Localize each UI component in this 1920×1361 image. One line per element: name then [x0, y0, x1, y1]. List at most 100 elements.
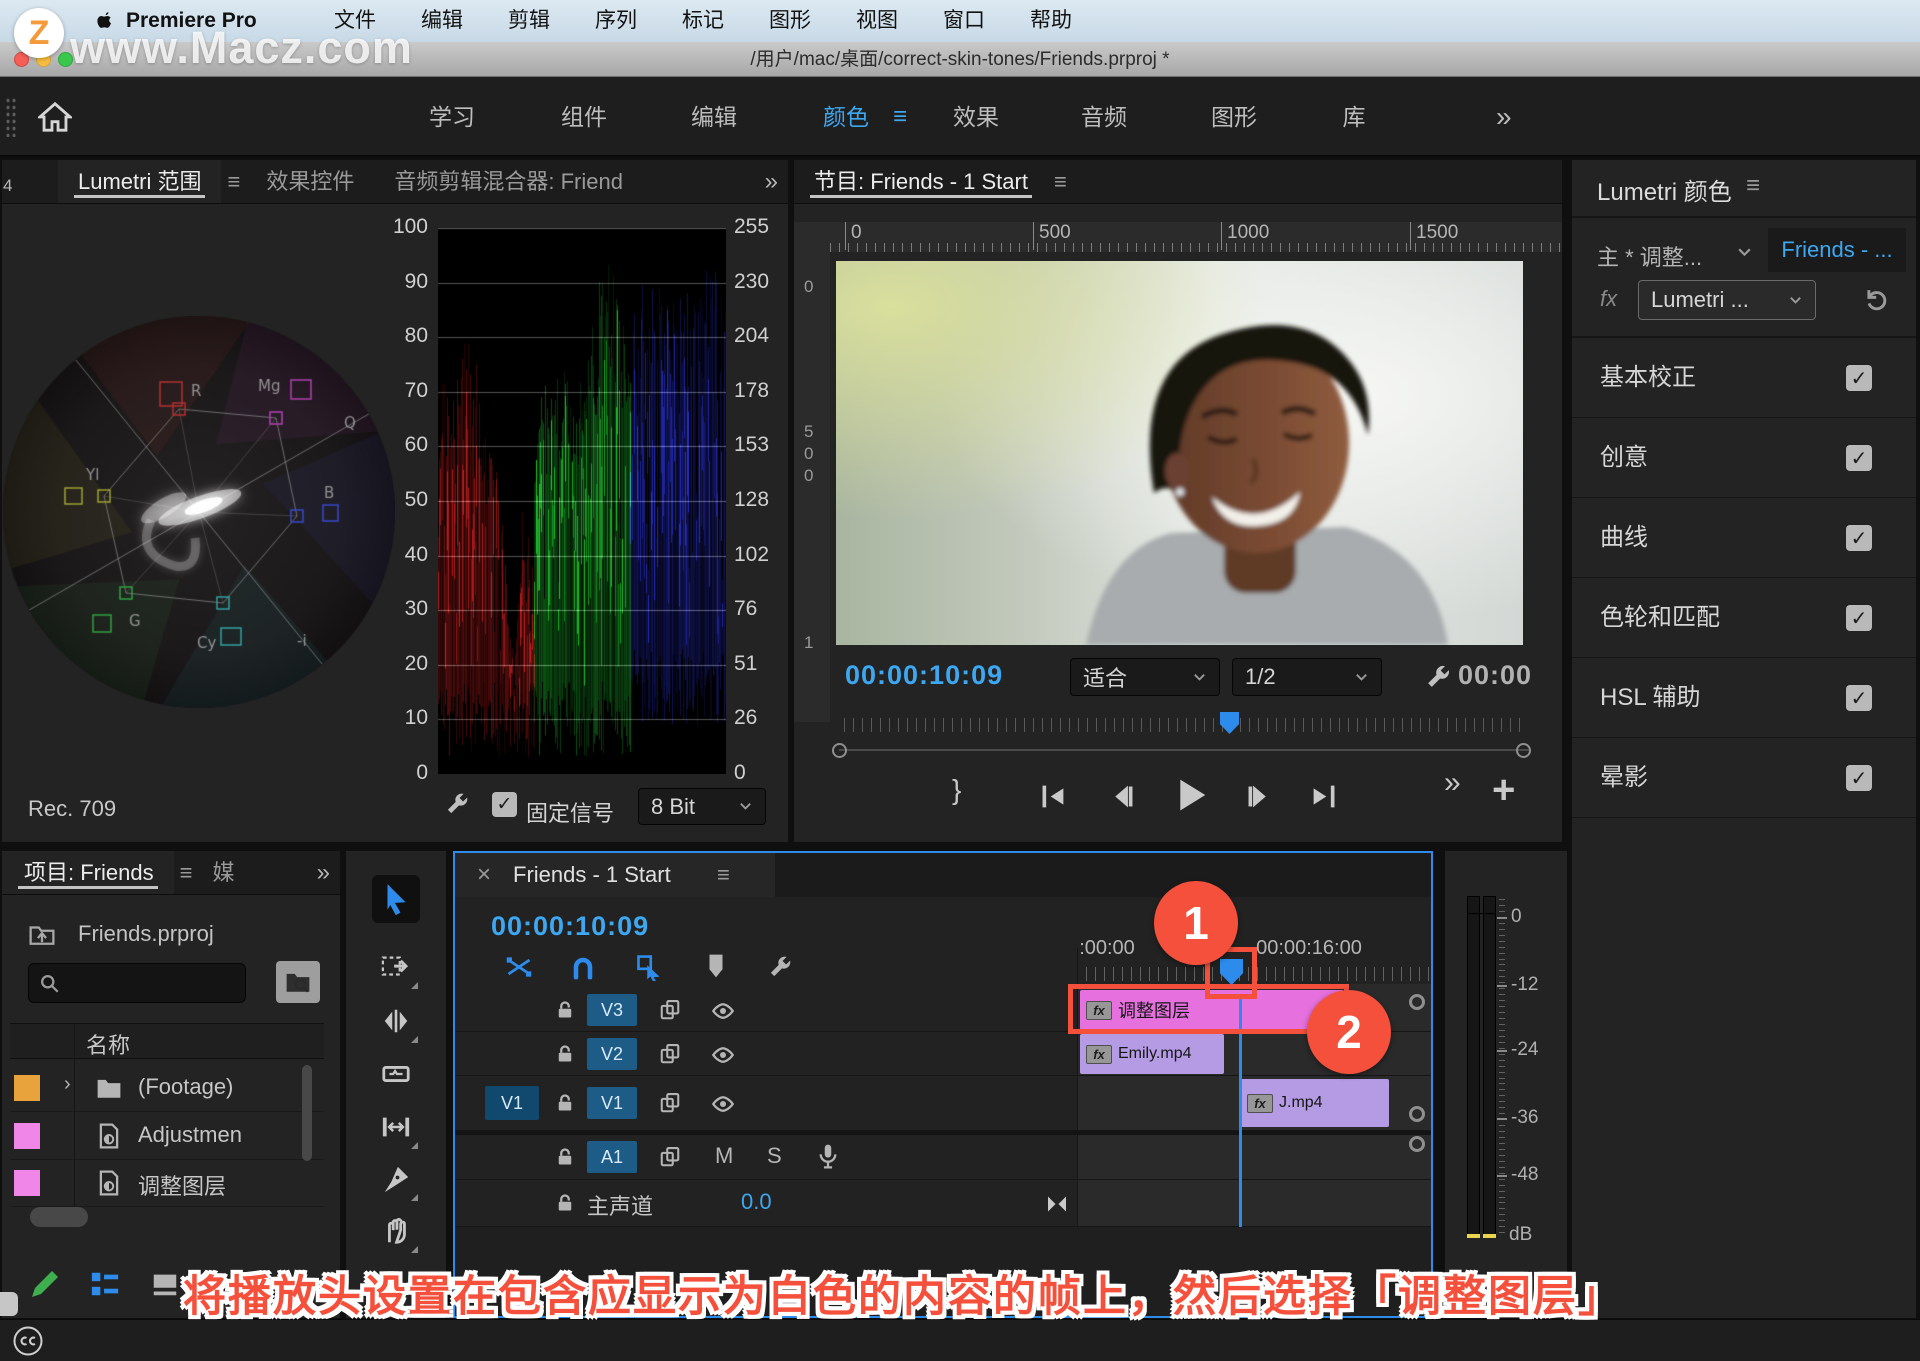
voiceover-mic-icon[interactable]: [815, 1143, 841, 1169]
tool-track-select-forward[interactable]: [372, 943, 420, 991]
clip-j-mp4[interactable]: fx J.mp4: [1241, 1079, 1389, 1127]
lock-icon[interactable]: [555, 1093, 575, 1113]
workspace-tab-学习[interactable]: 学习: [429, 77, 475, 157]
snap-magnet-icon[interactable]: [569, 953, 597, 981]
scrubber-end-handle[interactable]: [1516, 743, 1531, 758]
sync-lock-icon[interactable]: [659, 1043, 681, 1065]
project-vertical-scrollbar[interactable]: [302, 1065, 312, 1161]
tool-slip[interactable]: [372, 1103, 420, 1151]
scopes-settings-wrench-icon[interactable]: [444, 790, 471, 817]
lumetri-section-曲线[interactable]: 曲线✓: [1572, 498, 1916, 578]
search-input[interactable]: [65, 966, 240, 1000]
menu-item-视图[interactable]: 视图: [852, 0, 902, 42]
tool-razor[interactable]: [372, 1050, 420, 1098]
linked-selection-icon[interactable]: [635, 953, 663, 981]
reset-effect-icon[interactable]: [1864, 286, 1890, 312]
sync-lock-icon[interactable]: [659, 1092, 681, 1114]
lock-icon[interactable]: [555, 1044, 575, 1064]
transport-overflow-icon[interactable]: »: [1444, 766, 1461, 800]
lumetri-section-checkbox-基本校正[interactable]: ✓: [1846, 365, 1872, 391]
program-panel-tab[interactable]: 节目: Friends - 1 Start: [794, 160, 1048, 203]
scopes-tab-audio-clip-mixer[interactable]: 音频剪辑混合器: Friend: [374, 160, 643, 203]
master-clip-label[interactable]: 主 * 调整...: [1597, 240, 1702, 272]
label-color-swatch[interactable]: [14, 1170, 40, 1196]
project-overflow-icon[interactable]: »: [317, 851, 330, 895]
workspace-tab-编辑[interactable]: 编辑: [691, 77, 737, 157]
clamp-signal-checkbox[interactable]: ✓: [492, 792, 517, 817]
lumetri-section-基本校正[interactable]: 基本校正✓: [1572, 338, 1916, 418]
lumetri-section-色轮和匹配[interactable]: 色轮和匹配✓: [1572, 578, 1916, 658]
project-item-label[interactable]: (Footage): [138, 1074, 233, 1100]
track-output-eye-icon[interactable]: [711, 999, 735, 1023]
menu-item-编辑[interactable]: 编辑: [417, 0, 467, 42]
project-row-3[interactable]: 调整图层: [10, 1160, 324, 1207]
workspace-tab-图形[interactable]: 图形: [1211, 77, 1257, 157]
lumetri-section-checkbox-创意[interactable]: ✓: [1846, 445, 1872, 471]
scopes-tab-effect-controls[interactable]: 效果控件: [246, 160, 374, 203]
tool-pen[interactable]: [372, 1155, 420, 1203]
label-color-swatch[interactable]: [14, 1123, 40, 1149]
workspace-overflow-icon[interactable]: »: [1496, 77, 1512, 157]
project-item-label[interactable]: 调整图层: [138, 1169, 226, 1201]
home-icon[interactable]: [38, 101, 72, 133]
add-marker-icon[interactable]: [703, 953, 729, 979]
lock-icon[interactable]: [555, 1193, 575, 1213]
icon-view-icon[interactable]: [150, 1269, 180, 1299]
menu-item-窗口[interactable]: 窗口: [939, 0, 989, 42]
track-a1-button[interactable]: A1: [587, 1141, 637, 1173]
bit-depth-dropdown[interactable]: 8 Bit: [638, 788, 766, 825]
track-v2-button[interactable]: V2: [587, 1038, 637, 1070]
lumetri-section-HSL 辅助[interactable]: HSL 辅助✓: [1572, 658, 1916, 738]
label-color-swatch[interactable]: [14, 1075, 40, 1101]
step-back-button[interactable]: [1108, 782, 1137, 811]
program-settings-wrench-icon[interactable]: [1424, 662, 1453, 691]
timeline-menu-icon[interactable]: ≡: [717, 862, 730, 888]
master-level-value[interactable]: 0.0: [741, 1189, 772, 1215]
program-scrubber-ticks[interactable]: [844, 718, 1522, 732]
track-height-handle[interactable]: [1409, 1106, 1425, 1122]
lumetri-section-checkbox-晕影[interactable]: ✓: [1846, 765, 1872, 791]
project-breadcrumb-icon[interactable]: [28, 921, 56, 947]
project-item-label[interactable]: Adjustmen: [138, 1122, 242, 1148]
solo-button[interactable]: S: [767, 1143, 782, 1169]
track-v3-button[interactable]: V3: [587, 994, 637, 1026]
track-output-eye-icon[interactable]: [711, 1043, 735, 1067]
edit-pencil-icon[interactable]: [30, 1267, 62, 1299]
menu-item-标记[interactable]: 标记: [678, 0, 728, 42]
project-row-2[interactable]: Adjustmen: [10, 1113, 324, 1160]
menu-item-帮助[interactable]: 帮助: [1026, 0, 1076, 42]
track-v1-button[interactable]: V1: [587, 1087, 637, 1119]
scopes-overflow-icon[interactable]: »: [765, 160, 778, 204]
scopes-panel-menu-icon[interactable]: ≡: [221, 160, 246, 203]
program-timecode[interactable]: 00:00:10:09: [845, 660, 1003, 691]
scrubber-start-handle[interactable]: [832, 743, 847, 758]
project-search-field[interactable]: [28, 963, 246, 1003]
workspace-tab-颜色[interactable]: 颜色: [823, 77, 869, 157]
project-row-1[interactable]: › (Footage): [10, 1065, 324, 1112]
lumetri-section-创意[interactable]: 创意✓: [1572, 418, 1916, 498]
lumetri-section-checkbox-HSL 辅助[interactable]: ✓: [1846, 685, 1872, 711]
menu-item-序列[interactable]: 序列: [591, 0, 641, 42]
project-panel-tab[interactable]: 项目: Friends: [2, 851, 174, 894]
sync-lock-icon[interactable]: [659, 999, 681, 1021]
project-horizontal-scrollbar[interactable]: [30, 1207, 88, 1227]
play-button[interactable]: [1172, 776, 1210, 814]
add-button[interactable]: +: [1492, 768, 1515, 813]
workspace-tab-效果[interactable]: 效果: [953, 77, 999, 157]
source-patch-v1[interactable]: V1: [485, 1086, 539, 1120]
creative-cloud-icon[interactable]: [12, 1325, 44, 1357]
expand-chevron-icon[interactable]: ›: [64, 1073, 71, 1096]
lumetri-panel-menu-icon[interactable]: ≡: [1746, 172, 1760, 200]
timeline-tab[interactable]: × Friends - 1 Start ≡: [455, 853, 775, 897]
go-to-in-button[interactable]: [1038, 782, 1067, 811]
project-breadcrumb[interactable]: Friends.prproj: [78, 921, 214, 947]
step-forward-button[interactable]: [1244, 782, 1273, 811]
sequence-selector[interactable]: Friends - ...: [1768, 228, 1906, 272]
workspace-tab-库[interactable]: 库: [1343, 77, 1366, 157]
media-browser-search-button[interactable]: [276, 961, 320, 1003]
sync-lock-icon[interactable]: [659, 1146, 681, 1168]
track-output-eye-icon[interactable]: [711, 1092, 735, 1116]
tool-ripple-edit[interactable]: [372, 997, 420, 1045]
project-panel-menu-icon[interactable]: ≡: [174, 851, 199, 894]
name-column-header[interactable]: 名称: [86, 1028, 130, 1060]
